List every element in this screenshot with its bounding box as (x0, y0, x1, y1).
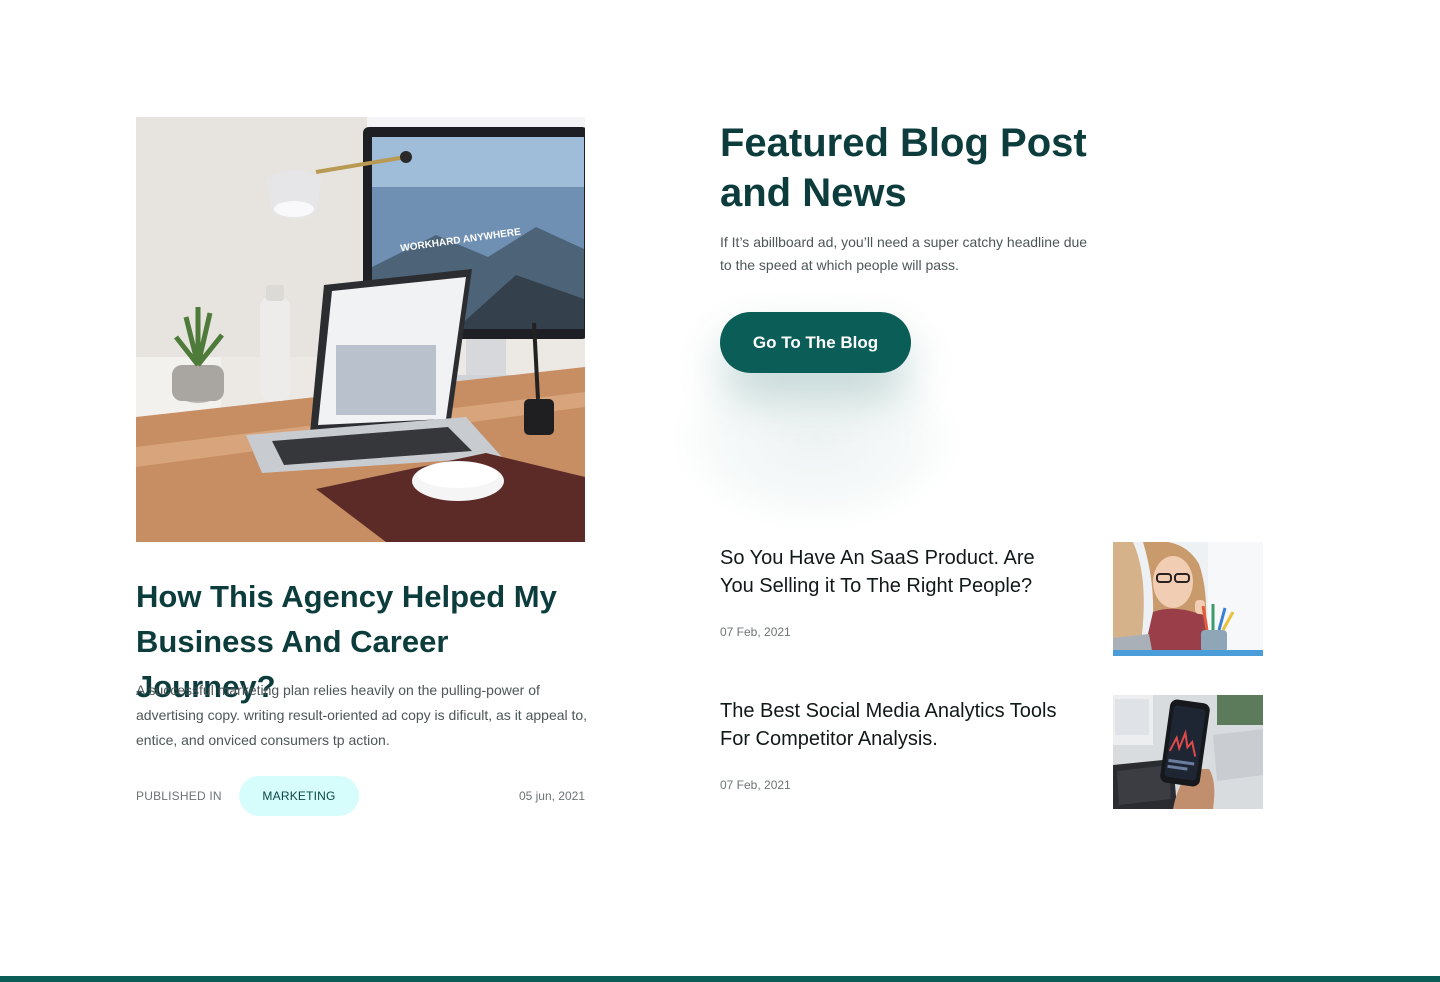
featured-post-excerpt: A successful marketing plan relies heavi… (136, 682, 588, 748)
section-subtitle: If It’s abillboard ad, you’ll need a sup… (720, 234, 1088, 273)
post-date: 07 Feb, 2021 (720, 778, 791, 792)
featured-post-image[interactable]: WORKHARD ANYWHERE (136, 117, 585, 542)
post-thumbnail[interactable] (1113, 542, 1263, 656)
desk-laptop-photo-icon: WORKHARD ANYWHERE (136, 117, 585, 542)
category-tag-marketing[interactable]: MARKETING (239, 776, 359, 816)
featured-post-date: 05 jun, 2021 (518, 789, 585, 803)
published-in-label: PUBLISHED IN (136, 789, 222, 803)
button-shadow-glow (672, 350, 962, 530)
phone-analytics-photo-icon (1113, 695, 1263, 809)
list-item[interactable]: So You Have An SaaS Product. Are You Sel… (720, 542, 1263, 657)
blog-section: WORKHARD ANYWHERE How This Agency Helped… (0, 0, 1440, 982)
section-title: Featured Blog Post and News (720, 121, 1087, 215)
list-item[interactable]: The Best Social Media Analytics Tools Fo… (720, 695, 1263, 810)
footer-top-border (0, 976, 1440, 982)
post-title[interactable]: The Best Social Media Analytics Tools Fo… (720, 697, 1065, 753)
post-title[interactable]: So You Have An SaaS Product. Are You Sel… (720, 544, 1065, 600)
woman-at-laptop-photo-icon (1113, 542, 1263, 656)
post-thumbnail[interactable] (1113, 695, 1263, 809)
go-to-blog-button[interactable]: Go To The Blog (720, 312, 911, 373)
post-date: 07 Feb, 2021 (720, 625, 791, 639)
